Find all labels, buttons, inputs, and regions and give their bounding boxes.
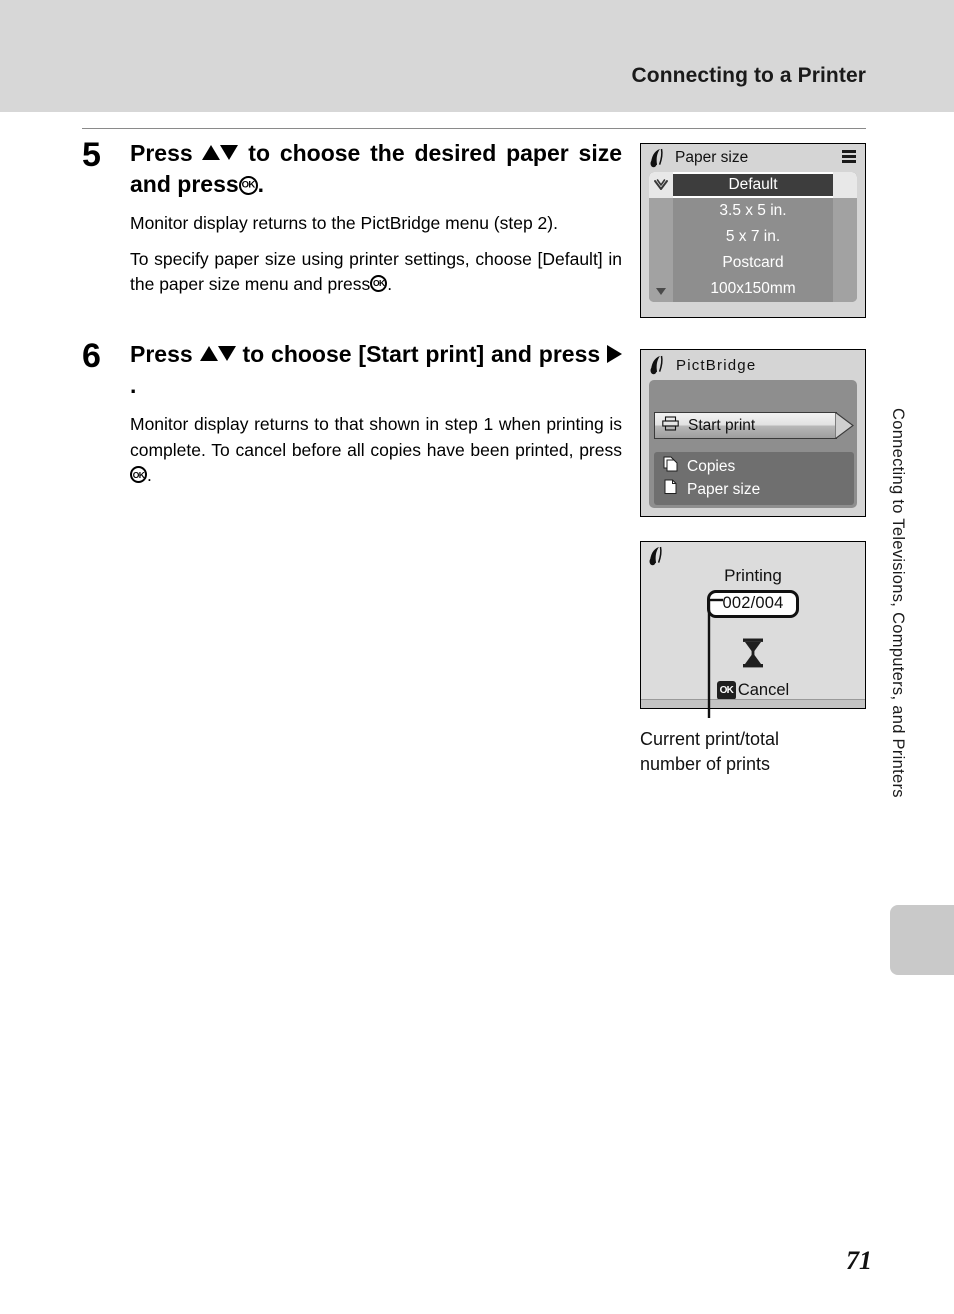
camera-screen-illustrations: Paper size Default 3.5 x 5 in. 5 x 7 in.… bbox=[640, 143, 868, 709]
down-triangle-icon bbox=[217, 346, 236, 362]
paper-size-item-100x150mm[interactable]: 100x150mm bbox=[649, 276, 857, 302]
page-number: 71 bbox=[846, 1246, 872, 1275]
step-6-heading: Press to choose [Start print] and press … bbox=[130, 339, 623, 400]
step-5-heading: Press to choose the desired paper size a… bbox=[130, 138, 622, 199]
down-triangle-icon bbox=[220, 145, 239, 160]
pictbridge-submenu: Copies Paper size bbox=[654, 452, 854, 505]
pictbridge-item-copies[interactable]: Copies bbox=[654, 455, 854, 478]
step-5-heading-end: . bbox=[257, 170, 265, 197]
pictbridge-item-copies-label: Copies bbox=[687, 457, 736, 475]
paper-size-screen-titlebar: Paper size bbox=[641, 144, 865, 172]
printing-cancel-hint[interactable]: Cancel bbox=[716, 681, 790, 700]
paper-size-item-default[interactable]: Default bbox=[673, 172, 833, 198]
step-6-heading-end: . bbox=[130, 371, 137, 398]
screen-bottom-bezel bbox=[641, 699, 865, 708]
pictbridge-logo-icon bbox=[649, 355, 667, 375]
instruction-steps: 5 Press to choose the desired paper size… bbox=[82, 138, 623, 515]
ok-button-icon bbox=[130, 466, 147, 484]
paper-size-item-5x7[interactable]: 5 x 7 in. bbox=[649, 224, 857, 250]
caption-current-print-total: Current print/total number of prints bbox=[640, 727, 870, 777]
printing-status-label: Printing bbox=[724, 566, 782, 585]
hourglass-icon bbox=[740, 638, 766, 673]
ok-button-icon bbox=[238, 175, 258, 195]
paper-size-item-postcard[interactable]: Postcard bbox=[649, 250, 857, 276]
right-triangle-icon bbox=[607, 345, 623, 364]
step-5: 5 Press to choose the desired paper size… bbox=[82, 138, 622, 297]
right-arrow-icon bbox=[834, 410, 855, 441]
step-5-paragraph-2-end: . bbox=[387, 273, 393, 294]
pictbridge-item-paper-size[interactable]: Paper size bbox=[654, 478, 854, 501]
section-tab-marker bbox=[890, 905, 954, 975]
caption-line-2: number of prints bbox=[640, 753, 771, 774]
page-header-band bbox=[0, 0, 954, 112]
pictbridge-screen-titlebar: PictBridge bbox=[641, 350, 865, 380]
header-divider-rule bbox=[82, 128, 866, 129]
scroll-down-arrow-icon[interactable] bbox=[656, 288, 666, 295]
step-6: 6 Press to choose [Start print] and pres… bbox=[82, 337, 623, 488]
step-6-heading-text-1: Press bbox=[130, 341, 193, 368]
pictbridge-start-print-row[interactable]: Start print bbox=[654, 410, 855, 441]
step-6-paragraph-1: Monitor display returns to that shown in… bbox=[130, 412, 622, 488]
page-title: Connecting to a Printer bbox=[631, 64, 866, 87]
up-triangle-icon bbox=[199, 346, 218, 362]
step-6-paragraph-1-text: Monitor display returns to that shown in… bbox=[130, 414, 622, 460]
pictbridge-item-paper-size-label: Paper size bbox=[687, 480, 761, 498]
pictbridge-menu-list: Start print Copies Paper size bbox=[649, 380, 857, 508]
paper-size-screen: Paper size Default 3.5 x 5 in. 5 x 7 in.… bbox=[640, 143, 866, 318]
printer-icon bbox=[662, 415, 679, 436]
paper-size-screen-title: Paper size bbox=[675, 149, 749, 166]
ok-button-icon bbox=[716, 681, 736, 700]
pictbridge-start-print-label: Start print bbox=[688, 416, 756, 434]
page-icon bbox=[663, 479, 678, 500]
paper-size-item-3-5x5[interactable]: 3.5 x 5 in. bbox=[649, 198, 857, 224]
step-6-number: 6 bbox=[82, 337, 101, 376]
step-5-paragraph-1: Monitor display returns to the PictBridg… bbox=[130, 213, 558, 234]
print-count-badge: 002/004 bbox=[707, 590, 799, 618]
pictbridge-screen-title: PictBridge bbox=[676, 356, 757, 374]
step-5-paragraph-2: To specify paper size using printer sett… bbox=[130, 247, 622, 298]
printing-cancel-label: Cancel bbox=[737, 681, 790, 699]
printing-progress-screen: Printing 002/004 Cancel bbox=[640, 541, 866, 709]
step-5-number: 5 bbox=[82, 136, 101, 174]
copies-pages-icon bbox=[663, 456, 678, 477]
section-side-tab-label: Connecting to Televisions, Computers, an… bbox=[889, 408, 907, 798]
step-6-paragraph-1-end: . bbox=[147, 465, 152, 486]
paper-size-list: Default 3.5 x 5 in. 5 x 7 in. Postcard 1… bbox=[649, 172, 857, 302]
ok-button-icon bbox=[370, 274, 388, 292]
step-5-heading-text-1: Press bbox=[130, 140, 193, 166]
list-menu-icon bbox=[842, 150, 856, 163]
caption-line-1: Current print/total bbox=[640, 729, 780, 749]
up-triangle-icon bbox=[202, 145, 221, 160]
pictbridge-logo-icon bbox=[649, 148, 667, 168]
step-6-heading-text-2: to choose [Start print] and press bbox=[242, 341, 601, 368]
pictbridge-menu-screen: PictBridge Start print Copies Paper size bbox=[640, 349, 866, 517]
pictbridge-start-print-bar[interactable]: Start print bbox=[654, 412, 837, 439]
checkmark-icon bbox=[653, 177, 669, 193]
paper-size-item-selected-wrap: Default bbox=[649, 172, 857, 198]
